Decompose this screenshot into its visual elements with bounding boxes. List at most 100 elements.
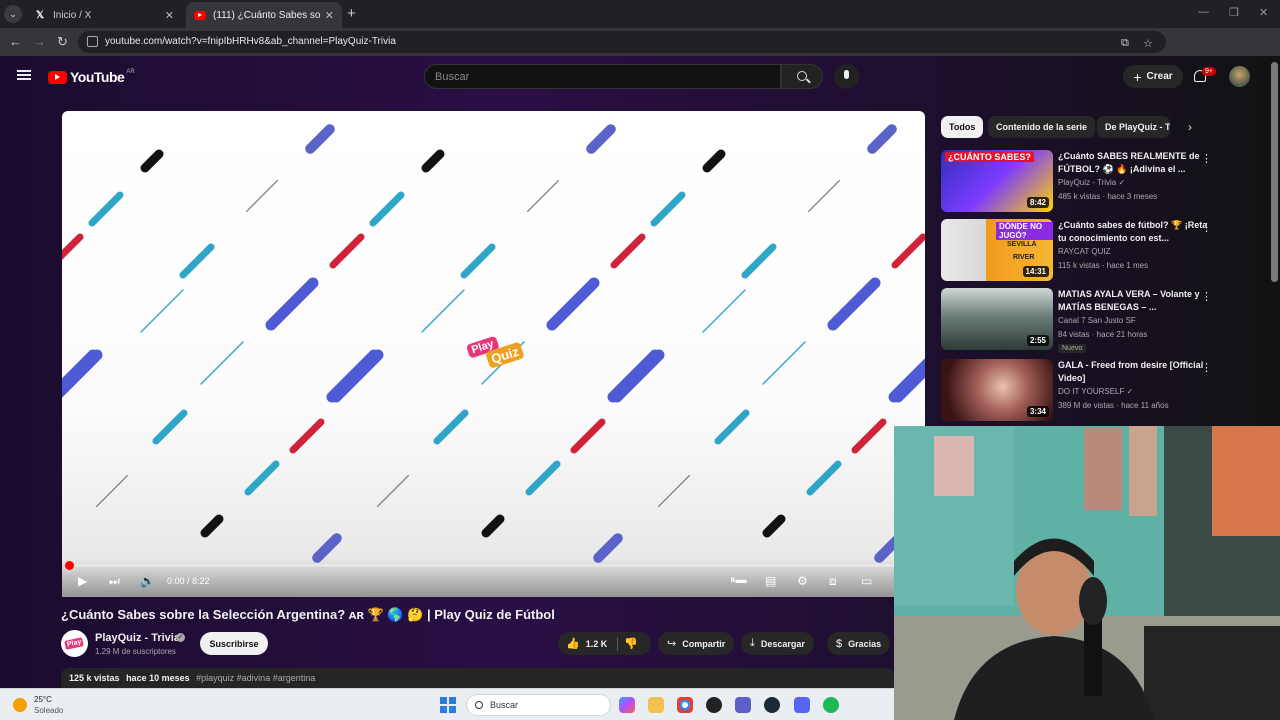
hamburger-menu-icon[interactable] [17,70,31,80]
video-player[interactable]: Play Quiz ▶ ⏭ 🔊 0:00 / 8:22 ⏸▬ ▤ ⚙ ⧈ ▭ [62,111,925,597]
close-tab-icon[interactable]: ✕ [325,9,334,22]
close-window-icon[interactable]: ✕ [1259,6,1268,19]
theater-mode-icon[interactable]: ▭ [861,574,872,588]
like-count[interactable]: 1.2 K [586,639,608,649]
pattern-dash [326,349,380,403]
bookmark-star-icon[interactable]: ☆ [1143,37,1153,50]
more-options-icon[interactable]: ⋮ [1201,290,1212,303]
steam-icon[interactable] [764,697,780,713]
volume-icon[interactable]: 🔊 [140,574,155,588]
autoplay-toggle-icon[interactable]: ⏸▬ [730,574,747,587]
description-box[interactable]: 125 k vistas hace 10 meses #playquiz #ad… [61,668,894,688]
address-bar[interactable]: youtube.com/watch?v=fnipIbHRHv8&ab_chann… [78,31,1166,53]
recommendation-item[interactable]: 3:34 GALA - Freed from desire [Official … [941,359,1212,421]
back-icon[interactable]: ← [9,34,22,49]
restore-icon[interactable]: ❐ [1229,6,1239,19]
spotify-icon[interactable] [823,697,839,713]
progress-bar[interactable] [68,564,919,567]
reload-icon[interactable]: ↻ [57,34,68,50]
taskbar-search-input[interactable]: Buscar [466,694,611,716]
copilot-icon[interactable] [619,697,635,713]
chip-series[interactable]: Contenido de la serie [988,116,1096,138]
browser-tab-x[interactable]: 𝕏 Inicio / X ✕ [26,2,182,28]
channel-name[interactable]: PlayQuiz - Trivia [95,632,180,644]
more-options-icon[interactable]: ⋮ [1201,152,1212,165]
video-thumbnail[interactable]: DÓNDE NO JUGÓ? SEVILLA RIVER 14:31 [941,219,1053,281]
pattern-dash [140,289,184,333]
thanks-button[interactable]: $ Gracias [827,632,891,655]
browser-tab-strip: ⌄ 𝕏 Inicio / X ✕ (111) ¿Cuánto Sabes sob… [0,0,1280,28]
pattern-dash [741,243,777,279]
new-tab-button[interactable]: + [347,5,356,22]
video-thumbnail[interactable]: 3:34 [941,359,1053,421]
recommendation-item[interactable]: 2:55 MATIAS AYALA VERA – Volante y MATÍA… [941,288,1212,353]
subtitles-icon[interactable]: ▤ [765,574,776,588]
pattern-dash [244,460,280,496]
browser-tab-youtube[interactable]: (111) ¿Cuánto Sabes sobre la Se ✕ [186,2,342,28]
search-input[interactable]: Buscar [424,64,781,89]
video-thumbnail[interactable]: ¿CUÁNTO SABES? 8:42 [941,150,1053,212]
pattern-dash [527,179,559,213]
weather-condition[interactable]: Soleado [34,706,63,715]
x-logo-icon: 𝕏 [35,9,45,21]
channel-avatar[interactable]: Play [61,630,88,657]
dislike-thumbs-down-icon[interactable]: 👎 [624,637,638,650]
progress-scrubber[interactable] [65,561,74,570]
recommendation-item[interactable]: DÓNDE NO JUGÓ? SEVILLA RIVER 14:31 ¿Cuán… [941,219,1212,281]
voice-search-mic-icon[interactable] [834,64,859,89]
more-options-icon[interactable]: ⋮ [1201,361,1212,374]
pattern-dash [807,179,841,213]
pattern-dash [657,475,691,507]
video-thumbnail[interactable]: 2:55 [941,288,1053,350]
tab-title: (111) ¿Cuánto Sabes sobre la Se [213,9,321,21]
hashtags[interactable]: #playquiz #adivina #argentina [196,673,315,683]
install-app-icon[interactable]: ⧉ [1121,37,1129,50]
sun-weather-icon[interactable] [13,698,27,712]
video-duration: 3:34 [1026,406,1049,417]
close-tab-icon[interactable]: ✕ [165,9,174,22]
chip-todos[interactable]: Todos [941,116,984,138]
like-thumbs-up-icon[interactable]: 👍 [566,637,580,650]
miniplayer-icon[interactable]: ⧈ [829,574,837,589]
pattern-dash [377,475,409,507]
recommendation-meta: 115 k vistas · hace 1 mes [1058,261,1149,270]
obs-icon[interactable] [706,697,722,713]
video-title: ¿Cuánto Sabes sobre la Selección Argenti… [61,607,555,622]
chrome-icon[interactable] [677,697,693,713]
discord-icon[interactable] [794,697,810,713]
file-explorer-icon[interactable] [648,697,664,713]
pattern-dash [200,514,224,538]
minimize-icon[interactable]: — [1198,6,1209,18]
more-options-icon[interactable]: ⋮ [1201,221,1212,234]
player-controls: ▶ ⏭ 🔊 0:00 / 8:22 ⏸▬ ▤ ⚙ ⧈ ▭ [62,559,925,597]
windows-start-icon[interactable] [440,697,456,713]
download-icon: ⤓ [750,637,755,649]
temperature[interactable]: 25°C [34,695,52,704]
forward-icon[interactable]: → [33,34,46,49]
page-scrollbar[interactable] [1271,62,1278,282]
create-button[interactable]: + Crear [1123,65,1183,88]
pattern-dash [702,149,726,173]
user-avatar[interactable] [1229,66,1250,87]
recommendation-item[interactable]: ¿CUÁNTO SABES? 8:42 ¿Cuánto SABES REALME… [941,150,1212,212]
teams-icon[interactable] [735,697,751,713]
windows-taskbar: 25°C Soleado Buscar [0,688,894,720]
tab-search-button[interactable]: ⌄ [4,5,22,23]
share-button[interactable]: ↪ Compartir [658,632,735,655]
youtube-logo[interactable]: YouTube AR [48,69,135,85]
pattern-dash [570,418,606,454]
chip-channel[interactable]: De PlayQuiz - Tr [1097,116,1170,138]
subscribe-button[interactable]: Suscribirse [200,632,268,655]
taskbar-search-placeholder: Buscar [490,700,519,710]
time-display: 0:00 / 8:22 [167,576,210,586]
play-icon[interactable]: ▶ [78,574,87,588]
verified-check-icon: ✓ [176,633,185,642]
chevron-right-icon[interactable]: › [1188,120,1192,134]
download-button[interactable]: ⤓ Descargar [741,632,814,655]
settings-gear-icon[interactable]: ⚙ [797,574,808,588]
pattern-dash [593,533,623,563]
search-button[interactable] [781,64,823,89]
next-video-icon[interactable]: ⏭ [109,574,120,589]
site-info-icon[interactable] [87,36,98,47]
subscriber-count: 1.29 M de suscriptores [95,647,176,656]
